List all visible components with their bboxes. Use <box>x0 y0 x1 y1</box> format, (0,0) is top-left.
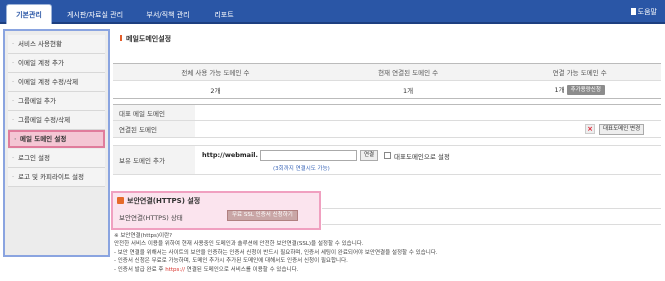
sidebar-item-login-settings[interactable]: 로그인 설정 <box>8 149 105 168</box>
tab-basic-management[interactable]: 기본관리 <box>6 4 52 24</box>
notes-last-prefix: - 인증서 발급 완료 후 <box>114 266 166 273</box>
tab-department-management[interactable]: 부서/직책 관리 <box>138 6 198 24</box>
stats-header-connected: 현재 연결된 도메인 수 <box>317 63 499 81</box>
stats-connected-value: 1개 <box>317 80 499 99</box>
notes-line: - 인증서 신청은 무료로 가능하며, 도메인 추가시 추가된 도메인에 대해서… <box>114 258 348 265</box>
https-title-text: 보안연결(HTTPS) 설정 <box>127 197 201 205</box>
notes-line: 안전한 서비스 이용을 위하여 현재 사용중인 도메인과 솔루션에 안전한 보안… <box>114 241 364 248</box>
stats-total-value: 2개 <box>113 80 318 99</box>
add-capacity-button[interactable]: 추가용량신청 <box>566 85 605 95</box>
representative-checkbox[interactable] <box>384 152 391 159</box>
notes-heading: ※ 보안연결(https)이란? <box>114 233 173 239</box>
https-title: 보안연결(HTTPS) 설정 <box>117 196 200 206</box>
tab-board-management[interactable]: 게시판/자료실 관리 <box>60 6 130 24</box>
connect-button[interactable]: 연결 <box>360 150 379 161</box>
representative-checkbox-label: 대표도메인으로 설정 <box>394 153 450 161</box>
change-representative-button[interactable]: 대표도메인 변경 <box>599 124 645 135</box>
notes-last-suffix: 연결된 도메인으로 서비스를 이용할 수 있습니다. <box>184 266 299 273</box>
https-status-label: 보안연결(HTTPS) 상태 <box>119 214 183 222</box>
stats-header-available: 연결 가능 도메인 수 <box>498 63 661 81</box>
notes-https-highlight: https:// <box>165 266 185 273</box>
help-label: 도움말 <box>637 8 657 16</box>
url-prefix: http://webmail. <box>202 151 258 159</box>
sidebar: 서비스 사용현황 이메일 계정 추가 이메일 계정 수정/삭제 그룹메일 추가 … <box>3 29 110 257</box>
stats-available-value: 1개 <box>554 86 565 94</box>
owned-domain-label: 보유 도메인 추가 <box>113 146 195 174</box>
notes-line-last: - 인증서 발급 완료 후 https:// 연결된 도메인으로 서비스를 이용… <box>114 266 438 274</box>
stats-available-cell: 1개 추가용량신청 <box>498 80 661 99</box>
notes-line: - 보안 연결을 위해서는 사이트의 보안을 인증하는 인증서 신청이 반드시 … <box>114 249 438 256</box>
sidebar-item-add-email[interactable]: 이메일 계정 추가 <box>8 54 105 73</box>
connected-domain-row: 연결된 도메인 × 대표도메인 변경 <box>113 121 661 138</box>
domain-input[interactable] <box>260 150 357 161</box>
sidebar-item-add-group-mail[interactable]: 그룹메일 추가 <box>8 92 105 111</box>
https-notes: ※ 보안연결(https)이란? 안전한 서비스 이용을 위하여 현재 사용중인… <box>114 232 438 274</box>
domain-stats-table: 전체 사용 가능 도메인 수 현재 연결된 도메인 수 연결 가능 도메인 수 … <box>113 63 661 99</box>
owned-domain-row: 보유 도메인 추가 http://webmail. 연결 대표도메인으로 설정 … <box>113 145 661 175</box>
sidebar-item-edit-email[interactable]: 이메일 계정 수정/삭제 <box>8 73 105 92</box>
https-status-row <box>322 208 661 225</box>
https-settings-box: 보안연결(HTTPS) 설정 보안연결(HTTPS) 상태 무료 SSL 인증서… <box>111 191 321 230</box>
ssl-request-button[interactable]: 무료 SSL 인증서 신청하기 <box>227 210 298 221</box>
sidebar-item-logo-copyright[interactable]: 로고 및 카피라이트 설정 <box>8 168 105 187</box>
lock-icon <box>117 197 124 204</box>
top-navigation: 기본관리 게시판/자료실 관리 부서/직책 관리 리포트 도움말 <box>0 0 665 24</box>
sidebar-item-service-status[interactable]: 서비스 사용현황 <box>8 35 105 54</box>
stats-header-total: 전체 사용 가능 도메인 수 <box>113 63 318 81</box>
sidebar-item-mail-domain[interactable]: 메일 도메인 설정 <box>8 130 105 148</box>
help-link[interactable]: 도움말 <box>630 7 657 17</box>
sidebar-item-edit-group-mail[interactable]: 그룹메일 수정/삭제 <box>8 111 105 130</box>
document-icon <box>630 8 636 15</box>
page-title: 메일도메인설정 <box>120 34 171 44</box>
representative-domain-row: 대표 메일 도메인 <box>113 104 661 121</box>
remove-domain-icon[interactable]: × <box>585 124 595 134</box>
tab-report[interactable]: 리포트 <box>206 6 242 24</box>
representative-domain-label: 대표 메일 도메인 <box>113 105 195 120</box>
connected-domain-label: 연결된 도메인 <box>113 121 195 137</box>
attempts-note: (3회까지 연결시도 가능) <box>273 166 330 172</box>
